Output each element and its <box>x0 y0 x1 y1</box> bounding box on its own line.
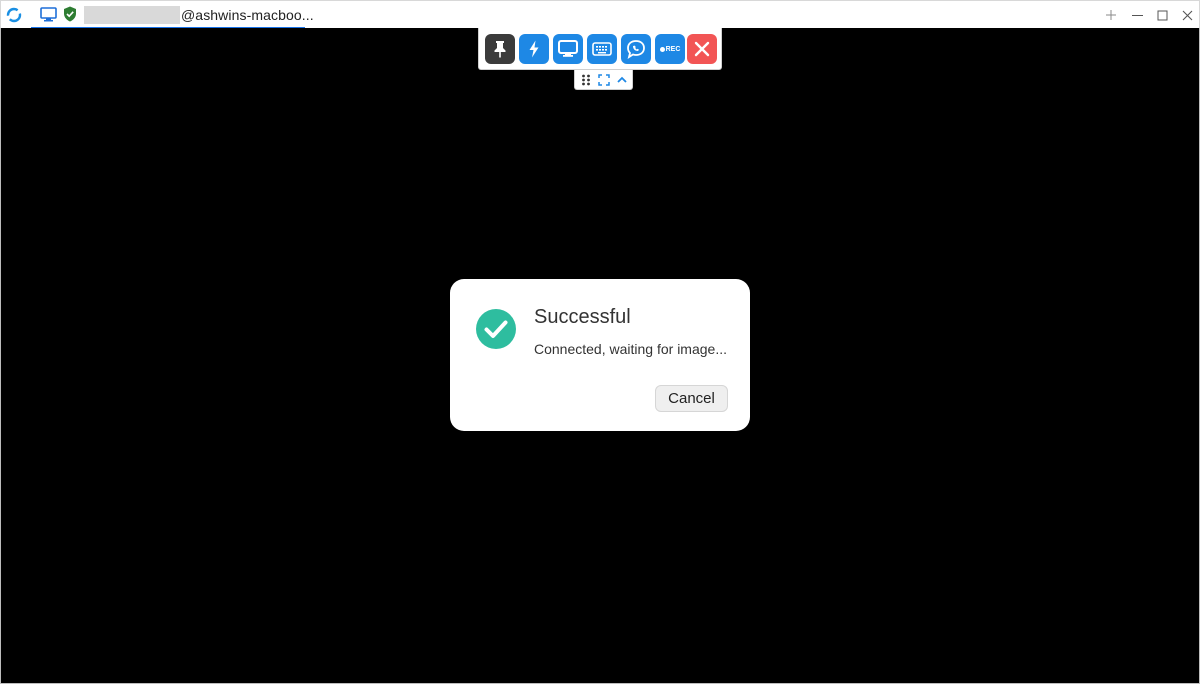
close-session-button[interactable] <box>687 34 717 64</box>
maximize-button[interactable] <box>1152 5 1172 25</box>
drag-handle[interactable] <box>579 73 593 87</box>
minimize-button[interactable] <box>1127 5 1147 25</box>
display-button[interactable] <box>553 34 583 64</box>
chat-button[interactable] <box>621 34 651 64</box>
shield-check-icon <box>64 6 76 22</box>
redacted-username <box>84 6 180 24</box>
drag-handle-icon <box>582 74 590 86</box>
record-label: REC <box>665 45 681 53</box>
pin-button[interactable] <box>485 34 515 64</box>
connection-dialog: Successful Connected, waiting for image.… <box>450 279 750 431</box>
chevron-up-icon <box>617 76 627 83</box>
record-icon: REC <box>659 45 681 53</box>
close-icon <box>1182 10 1192 20</box>
pin-icon <box>494 41 506 58</box>
chat-icon <box>627 40 645 59</box>
close-icon <box>694 41 710 57</box>
cancel-button[interactable]: Cancel <box>655 385 728 412</box>
fullscreen-icon <box>598 74 610 86</box>
title-bar: @ashwins-macboo... <box>0 0 1200 29</box>
actions-button[interactable] <box>519 34 549 64</box>
app-logo-icon[interactable] <box>6 7 22 23</box>
keyboard-button[interactable] <box>587 34 617 64</box>
dialog-title: Successful <box>534 306 631 328</box>
plus-icon <box>1106 10 1116 20</box>
minimize-icon <box>1131 14 1143 16</box>
lightning-icon <box>529 40 539 58</box>
dialog-message: Connected, waiting for image... <box>534 341 727 357</box>
new-tab-button[interactable] <box>1101 5 1121 25</box>
record-button[interactable]: REC <box>655 34 685 64</box>
collapse-toolbar-button[interactable] <box>615 73 629 87</box>
maximize-icon <box>1157 10 1167 20</box>
tab-label: @ashwins-macboo... <box>181 7 314 23</box>
session-tab[interactable]: @ashwins-macboo... <box>31 1 314 29</box>
success-check-icon <box>476 309 516 349</box>
fullscreen-button[interactable] <box>597 73 611 87</box>
monitor-icon <box>558 40 578 57</box>
monitor-icon <box>40 7 57 22</box>
keyboard-icon <box>592 42 612 56</box>
toolbar-subbar <box>574 70 633 90</box>
close-window-button[interactable] <box>1177 5 1197 25</box>
session-toolbar: REC <box>478 28 722 70</box>
